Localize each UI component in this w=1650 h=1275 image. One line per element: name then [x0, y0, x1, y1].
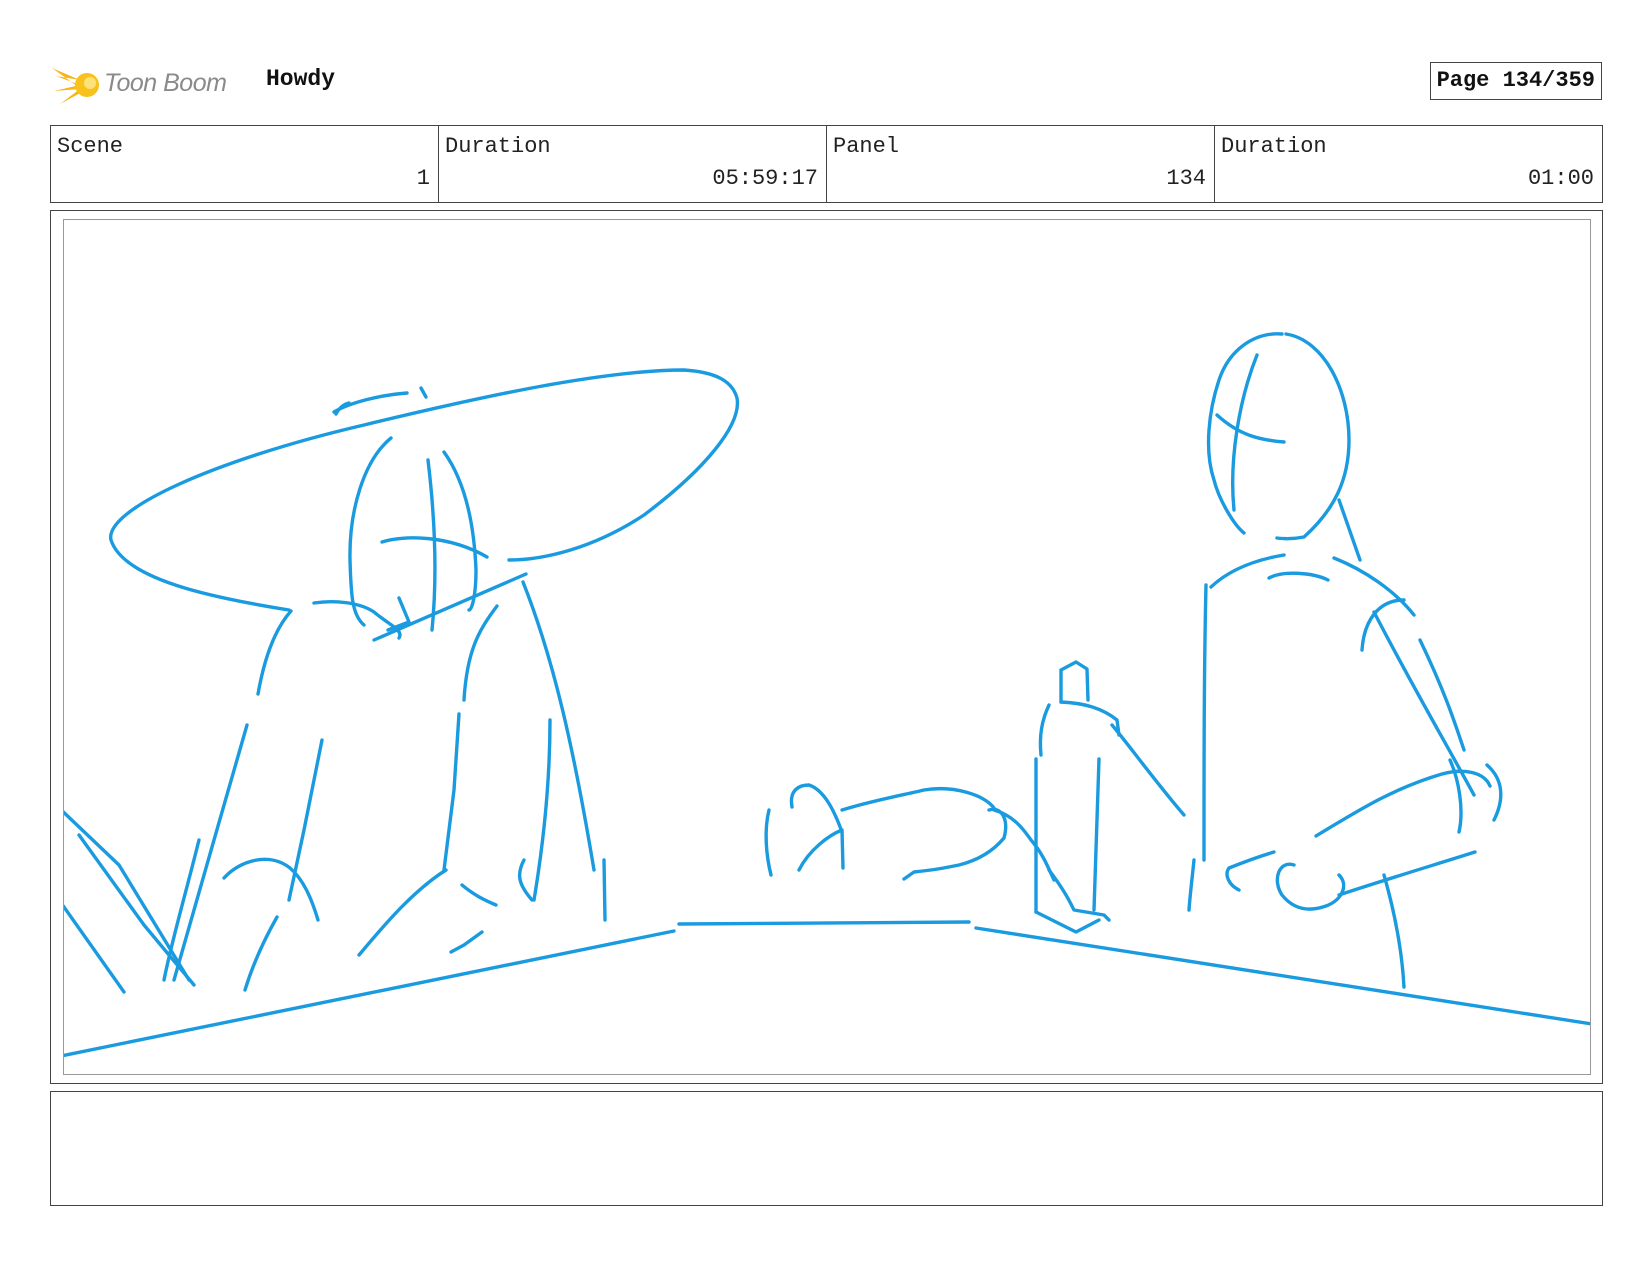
- body-right-2: [442, 712, 461, 872]
- panel-duration-value: 01:00: [1527, 166, 1594, 191]
- right-face: [1215, 413, 1286, 444]
- panel-label: Panel: [833, 134, 900, 159]
- body-right-3: [532, 718, 552, 902]
- bottle-spill: [1047, 868, 1111, 922]
- table-edge-middle: [677, 920, 971, 926]
- bottle-bottom: [1034, 910, 1101, 934]
- right-torso-left: [1202, 583, 1208, 862]
- lying-hand: [992, 808, 1056, 882]
- left-arm-cuff: [222, 857, 320, 922]
- page-counter: Page 134/359: [1429, 62, 1602, 100]
- head-left: [348, 436, 393, 627]
- toon-boom-star-icon: [50, 58, 102, 108]
- storyboard-panel-frame: [50, 210, 1603, 1084]
- lying-head-3: [797, 828, 845, 872]
- panel-value: 134: [1166, 166, 1206, 191]
- storyboard-panel-image: [63, 219, 1591, 1075]
- lap-line: [449, 930, 484, 954]
- left-arm-low: [243, 915, 279, 992]
- lying-head-2: [764, 808, 773, 877]
- right-arm-upper: [1332, 556, 1416, 617]
- right-collar: [1267, 571, 1330, 582]
- head-right: [442, 450, 478, 612]
- right-forearm: [1314, 769, 1492, 838]
- right-torso-low: [1187, 858, 1196, 912]
- toon-boom-logo: Toon Boom: [50, 58, 227, 108]
- knee-line: [357, 868, 448, 957]
- table-edge-right: [974, 926, 1590, 1026]
- right-fist-2: [1225, 850, 1276, 892]
- panel-cell: Panel 134: [827, 126, 1215, 202]
- right-forearm-low: [1337, 850, 1477, 897]
- lying-arm: [902, 807, 1008, 881]
- panel-info-table: Scene 1 Duration 05:59:17 Panel 134 Dura…: [50, 125, 1603, 203]
- lying-head: [789, 783, 844, 834]
- right-fist: [1275, 862, 1346, 911]
- chair-line-3: [64, 904, 126, 994]
- page-header: Toon Boom Howdy Page 134/359: [50, 52, 1602, 112]
- logo-wordmark: Toon Boom: [104, 68, 227, 97]
- body-right: [462, 604, 499, 702]
- right-head: [1275, 332, 1351, 541]
- hat-brim: [109, 368, 740, 612]
- left-shoulder: [256, 609, 293, 696]
- sketch-drawing: [64, 332, 1590, 1058]
- panel-notes-box: [50, 1091, 1603, 1206]
- right-arm-low: [602, 858, 607, 922]
- right-arm-3: [1418, 638, 1466, 752]
- right-elbow: [1485, 763, 1503, 822]
- scene-label: Scene: [57, 134, 124, 159]
- hand-on-bottle: [1059, 700, 1186, 817]
- panel-duration-label: Duration: [1221, 134, 1327, 159]
- bottle-right: [1092, 757, 1101, 912]
- right-neck: [1337, 498, 1362, 562]
- project-title: Howdy: [266, 66, 336, 92]
- chair-line-2: [77, 833, 196, 987]
- table-edge-left: [64, 929, 676, 1058]
- left-arm-inner: [287, 738, 324, 902]
- knee-right: [460, 883, 498, 907]
- scene-duration-value: 05:59:17: [712, 166, 818, 191]
- bottle-shoulder: [1038, 703, 1051, 757]
- scene-duration-label: Duration: [445, 134, 551, 159]
- scene-value: 1: [416, 166, 430, 191]
- head-inner: [426, 458, 437, 632]
- sleeve-line: [517, 858, 534, 902]
- shoulder-line: [372, 572, 528, 642]
- scene-duration-cell: Duration 05:59:17: [439, 126, 827, 202]
- right-sleeve: [1360, 598, 1406, 652]
- left-arm-outer: [172, 723, 249, 982]
- panel-duration-cell: Duration 01:00: [1215, 126, 1602, 202]
- right-leg: [1382, 873, 1406, 989]
- hat-crown-top-2: [419, 386, 428, 399]
- right-arm-2: [1372, 610, 1476, 797]
- bottle-neck: [1059, 660, 1090, 704]
- lying-back: [840, 787, 996, 812]
- right-shoulder: [1209, 553, 1286, 589]
- right-arm: [521, 580, 596, 872]
- scene-cell: Scene 1: [51, 126, 439, 202]
